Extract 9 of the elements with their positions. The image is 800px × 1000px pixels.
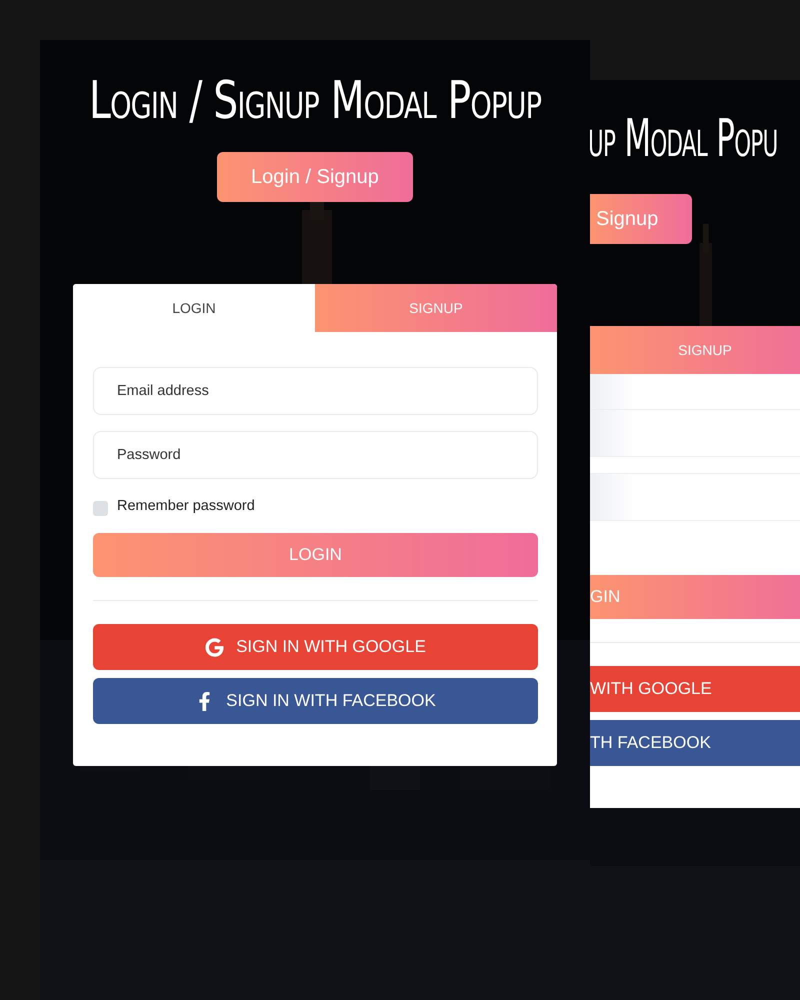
tab[interactable]: SIGNUP	[590, 326, 800, 374]
input-field[interactable]	[590, 410, 800, 457]
page-title: up Modal Popu	[590, 108, 778, 171]
input-field[interactable]	[590, 374, 800, 410]
open-modal-button[interactable]: Signup	[590, 194, 692, 244]
google-sign-in-button[interactable]: WITH GOOGLE	[590, 666, 800, 712]
login-button[interactable]: GIN	[590, 575, 800, 619]
facebook-sign-in-button[interactable]: TH FACEBOOK	[590, 720, 800, 766]
input-field[interactable]	[590, 473, 800, 521]
